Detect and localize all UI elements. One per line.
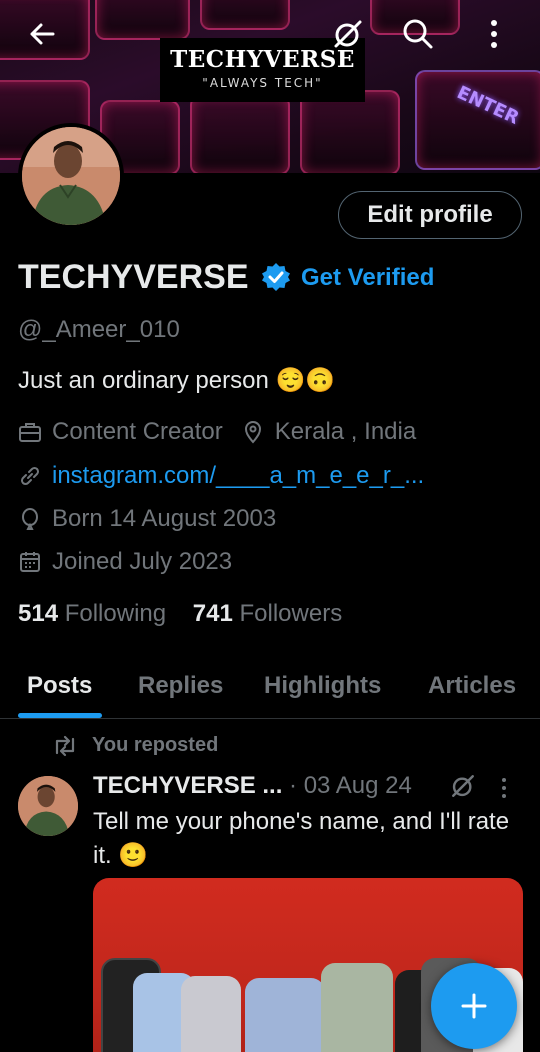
plus-icon bbox=[461, 993, 487, 1019]
post-author-name[interactable]: TECHYVERSE ... bbox=[93, 772, 282, 799]
profile-meta-link[interactable]: instagram.com/____a_m_e_e_r_... bbox=[18, 462, 424, 490]
grok-icon[interactable] bbox=[450, 773, 476, 799]
profile-meta-joined: Joined July 2023 bbox=[18, 548, 232, 576]
search-icon bbox=[403, 19, 433, 49]
back-button[interactable] bbox=[22, 14, 62, 54]
profile-website-link[interactable]: instagram.com/____a_m_e_e_r_... bbox=[52, 462, 424, 490]
more-button[interactable] bbox=[474, 14, 514, 54]
profile-avatar[interactable] bbox=[18, 123, 124, 229]
arrow-left-icon bbox=[30, 23, 55, 45]
profile-bio: Just an ordinary person 😌🙃 bbox=[18, 367, 336, 394]
briefcase-icon bbox=[19, 423, 41, 442]
calendar-icon bbox=[20, 552, 40, 572]
balloon-icon bbox=[22, 508, 38, 530]
active-tab-indicator bbox=[18, 713, 102, 718]
follow-stats: 514 Following 741 Followers bbox=[18, 600, 342, 628]
profile-meta-born: Born 14 August 2003 bbox=[18, 505, 276, 533]
post-date: · 03 Aug 24 bbox=[289, 772, 412, 799]
following-link[interactable]: 514 Following bbox=[18, 600, 166, 627]
grok-icon bbox=[334, 20, 362, 48]
tab-articles[interactable]: Articles bbox=[428, 672, 516, 700]
tab-replies[interactable]: Replies bbox=[138, 672, 223, 700]
link-icon bbox=[20, 466, 40, 486]
following-label: Following bbox=[64, 600, 167, 627]
followers-count: 741 bbox=[192, 600, 233, 627]
following-count: 514 bbox=[18, 600, 59, 627]
post-author-avatar[interactable] bbox=[18, 776, 78, 836]
followers-link[interactable]: 741 Followers bbox=[193, 600, 342, 627]
edit-profile-button[interactable]: Edit profile bbox=[338, 191, 522, 239]
profile-name: TECHYVERSE bbox=[18, 258, 249, 296]
post-text: Tell me your phone's name, and I'll rate… bbox=[93, 808, 510, 869]
tab-highlights[interactable]: Highlights bbox=[264, 672, 381, 700]
profile-meta-category-location: Content Creator Kerala , India bbox=[18, 418, 416, 446]
compose-post-button[interactable] bbox=[431, 963, 517, 1049]
post-header: TECHYVERSE ... · 03 Aug 24 bbox=[93, 772, 412, 800]
verified-badge-icon[interactable] bbox=[261, 262, 291, 292]
repost-indicator: You reposted bbox=[52, 734, 218, 757]
grok-button[interactable] bbox=[328, 14, 368, 54]
profile-location: Kerala , India bbox=[274, 418, 417, 445]
profile-birthdate: Born 14 August 2003 bbox=[52, 505, 277, 532]
tab-posts[interactable]: Posts bbox=[27, 672, 92, 700]
get-verified-link[interactable]: Get Verified bbox=[301, 264, 434, 292]
search-button[interactable] bbox=[398, 14, 438, 54]
profile-category: Content Creator bbox=[52, 418, 223, 445]
profile-handle: @_Ameer_010 bbox=[18, 316, 180, 343]
more-vertical-icon bbox=[491, 20, 497, 48]
location-pin-icon bbox=[244, 421, 261, 444]
repost-label: You reposted bbox=[92, 734, 219, 756]
profile-tabs: Posts Replies Highlights Articles bbox=[0, 660, 540, 719]
followers-label: Followers bbox=[239, 600, 343, 627]
brand-subtitle: "ALWAYS TECH" bbox=[202, 76, 323, 90]
profile-joined-date: Joined July 2023 bbox=[52, 548, 233, 575]
more-vertical-icon[interactable] bbox=[500, 776, 508, 800]
repost-icon bbox=[55, 735, 75, 756]
